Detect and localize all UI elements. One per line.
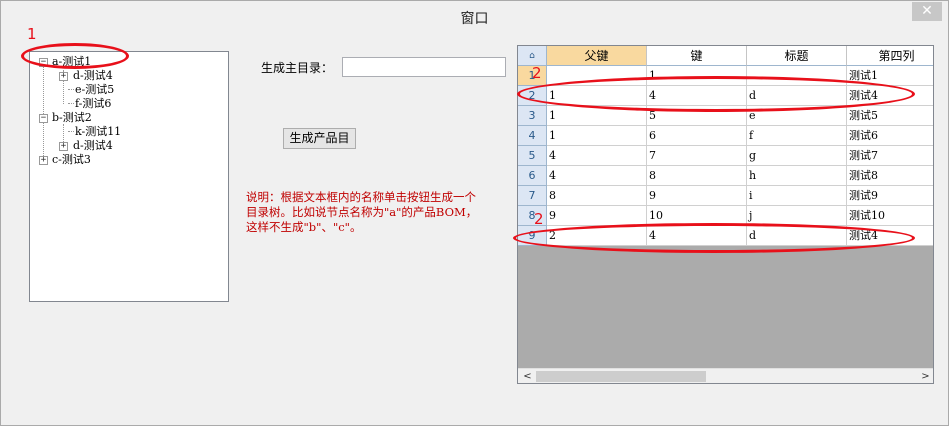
row-header[interactable]: 6: [518, 166, 547, 186]
cell-parent-key[interactable]: 1: [547, 86, 647, 106]
tree-node-label[interactable]: a-测试1: [52, 55, 91, 69]
expand-icon[interactable]: +: [59, 72, 68, 81]
cell-title[interactable]: [747, 66, 847, 86]
annotation-label-2a: 2: [532, 64, 542, 82]
cell-title[interactable]: g: [747, 146, 847, 166]
collapse-icon[interactable]: −: [39, 58, 48, 67]
scroll-right-icon[interactable]: >: [918, 369, 933, 383]
tree-node-label[interactable]: k-测试11: [75, 125, 121, 138]
cell-parent-key[interactable]: 8: [547, 186, 647, 206]
cell-fourth[interactable]: 测试8: [847, 166, 933, 186]
cell-key[interactable]: 7: [647, 146, 747, 166]
cell-parent-key[interactable]: 4: [547, 166, 647, 186]
row-header[interactable]: 4: [518, 126, 547, 146]
cell-fourth[interactable]: 测试9: [847, 186, 933, 206]
cell-title[interactable]: j: [747, 206, 847, 226]
cell-fourth[interactable]: 测试1: [847, 66, 933, 86]
tree-line: [68, 131, 74, 132]
tree-line: [68, 103, 74, 104]
window-title: 窗口: [460, 11, 489, 27]
cell-title[interactable]: i: [747, 186, 847, 206]
cell-parent-key[interactable]: 1: [547, 126, 647, 146]
tree-node-label[interactable]: d-测试4: [73, 69, 113, 83]
description-text: 说明：根据文本框内的名称单击按钮生成一个 目录树。比如说节点名称为"a"的产品B…: [246, 190, 478, 234]
cell-parent-key[interactable]: 2: [547, 226, 647, 246]
data-grid[interactable]: ⌂ 父键 键 标题 第四列 1 1 测试1 2 1 4 d 测试4 3 1 5 e 测试5 4 1 6 f 测试6…: [517, 45, 934, 384]
col-header-parent-key[interactable]: 父键: [547, 46, 647, 66]
cell-fourth[interactable]: 测试5: [847, 106, 933, 126]
cell-key[interactable]: 1: [647, 66, 747, 86]
tree-node-label[interactable]: f-测试6: [75, 97, 111, 110]
tree-node-label[interactable]: d-测试4: [73, 139, 113, 153]
cell-title[interactable]: f: [747, 126, 847, 146]
col-header-fourth[interactable]: 第四列: [847, 46, 933, 66]
expand-icon[interactable]: +: [59, 142, 68, 151]
cell-title[interactable]: d: [747, 86, 847, 106]
cell-title[interactable]: d: [747, 226, 847, 246]
scroll-thumb[interactable]: [536, 371, 706, 382]
cell-key[interactable]: 4: [647, 226, 747, 246]
tree-view[interactable]: − a-测试1 + d-测试4 e-测试5 f-测试6 − b-测试2 k-测试…: [29, 51, 229, 302]
main-dir-input[interactable]: [342, 57, 506, 77]
row-header[interactable]: 9: [518, 226, 547, 246]
generate-button[interactable]: 生成产品目: [283, 128, 356, 149]
cell-key[interactable]: 8: [647, 166, 747, 186]
title-bar[interactable]: 窗口 ✕: [1, 1, 948, 31]
cell-parent-key[interactable]: [547, 66, 647, 86]
tree-node-label[interactable]: b-测试2: [52, 111, 92, 125]
tree-node-k[interactable]: k-测试11: [75, 125, 121, 139]
row-header[interactable]: 3: [518, 106, 547, 126]
cell-parent-key[interactable]: 1: [547, 106, 647, 126]
expand-icon[interactable]: +: [39, 156, 48, 165]
main-dir-label: 生成主目录：: [261, 61, 334, 75]
col-header-title[interactable]: 标题: [747, 46, 847, 66]
app-window: 窗口 ✕ − a-测试1 + d-测试4 e-测试5 f-测试6 − b-测试2: [0, 0, 949, 426]
cell-key[interactable]: 6: [647, 126, 747, 146]
scroll-left-icon[interactable]: <: [520, 369, 535, 383]
tree-node-label[interactable]: e-测试5: [75, 83, 114, 96]
cell-fourth[interactable]: 测试4: [847, 86, 933, 106]
collapse-icon[interactable]: −: [39, 114, 48, 123]
cell-fourth[interactable]: 测试10: [847, 206, 933, 226]
tree-node-label[interactable]: c-测试3: [52, 153, 91, 167]
cell-parent-key[interactable]: 9: [547, 206, 647, 226]
close-button[interactable]: ✕: [912, 2, 942, 21]
tree-node-e[interactable]: e-测试5: [75, 83, 114, 97]
cell-fourth[interactable]: 测试6: [847, 126, 933, 146]
tree-line: [68, 89, 74, 90]
cell-key[interactable]: 4: [647, 86, 747, 106]
cell-fourth[interactable]: 测试7: [847, 146, 933, 166]
select-all-icon[interactable]: ⌂: [518, 46, 547, 66]
cell-fourth[interactable]: 测试4: [847, 226, 933, 246]
tree-node-f[interactable]: f-测试6: [75, 97, 111, 111]
close-icon: ✕: [921, 3, 933, 19]
annotation-label-2b: 2: [534, 210, 544, 228]
row-header[interactable]: 5: [518, 146, 547, 166]
cell-key[interactable]: 5: [647, 106, 747, 126]
row-header[interactable]: 7: [518, 186, 547, 206]
cell-parent-key[interactable]: 4: [547, 146, 647, 166]
annotation-label-1: 1: [27, 25, 37, 43]
col-header-key[interactable]: 键: [647, 46, 747, 66]
row-header[interactable]: 2: [518, 86, 547, 106]
cell-key[interactable]: 9: [647, 186, 747, 206]
cell-title[interactable]: h: [747, 166, 847, 186]
cell-key[interactable]: 10: [647, 206, 747, 226]
cell-title[interactable]: e: [747, 106, 847, 126]
horizontal-scrollbar[interactable]: < >: [518, 368, 933, 383]
